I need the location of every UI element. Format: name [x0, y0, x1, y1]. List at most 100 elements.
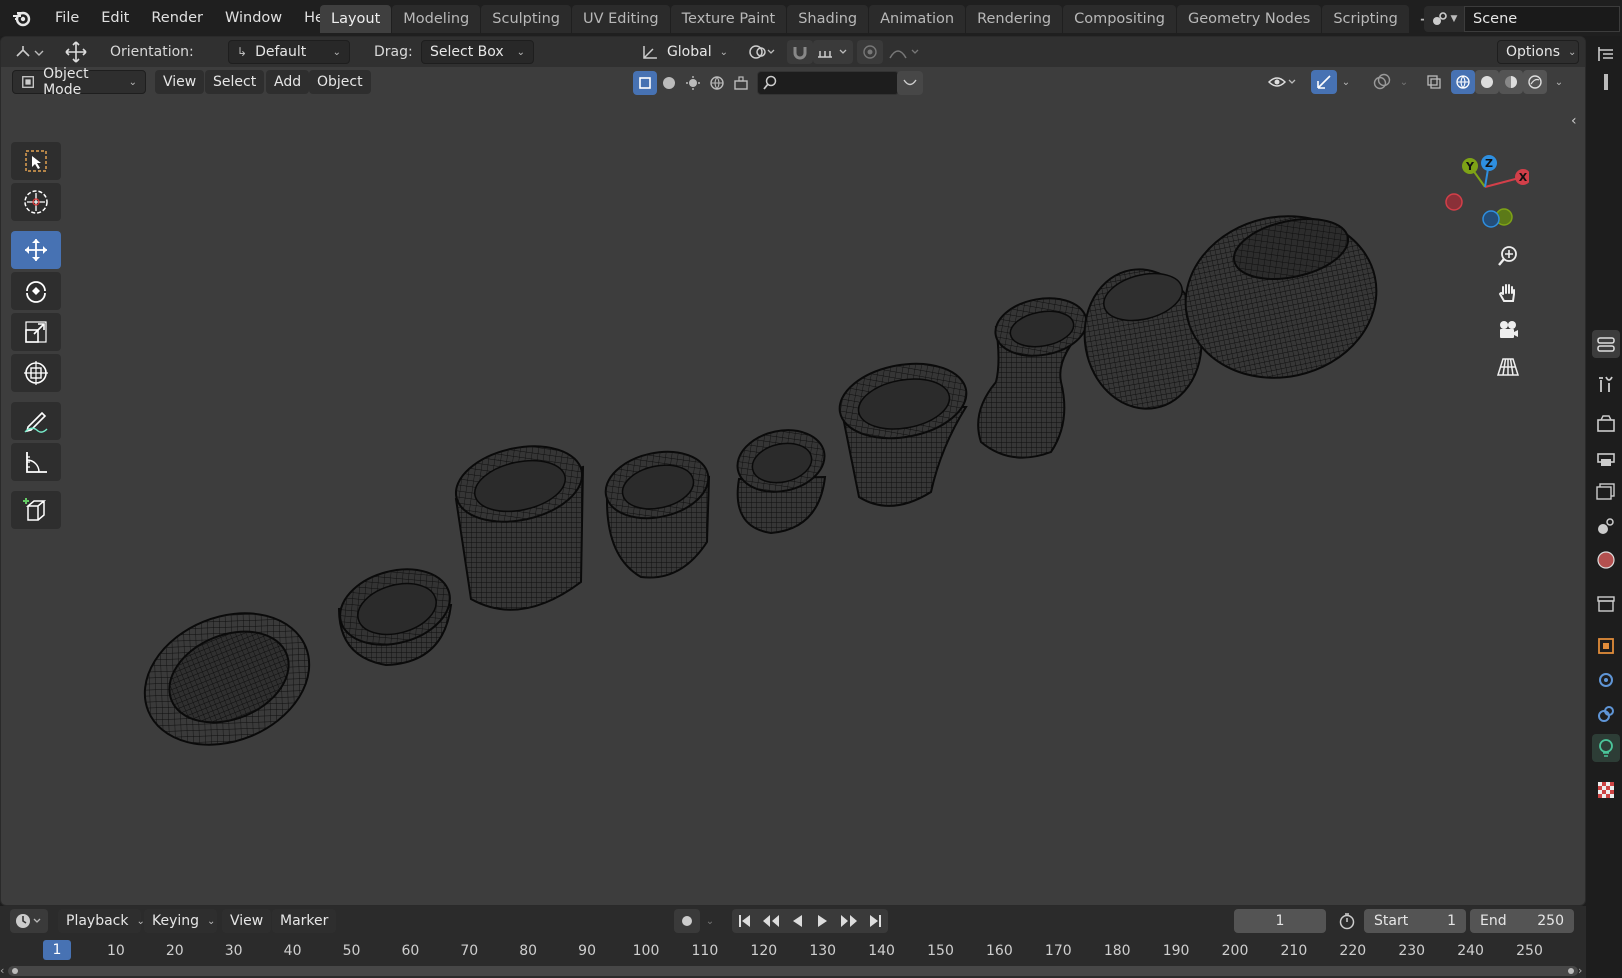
- scroll-left-icon[interactable]: ‹: [0, 964, 8, 978]
- mesh-flared-cup[interactable]: [834, 354, 973, 507]
- play-button[interactable]: [810, 909, 836, 933]
- scene-name-field[interactable]: Scene: [1464, 6, 1620, 32]
- object-tab[interactable]: [1592, 632, 1620, 660]
- tab-layout[interactable]: Layout: [320, 5, 392, 33]
- playback-label: Playback: [66, 913, 129, 929]
- zoom-icon: [1498, 246, 1517, 266]
- outliner-icon[interactable]: [1592, 40, 1620, 68]
- preview-range-button[interactable]: [1334, 909, 1360, 933]
- ruler-tick-label: 200: [1221, 943, 1249, 959]
- mesh-round-pot[interactable]: [1170, 199, 1391, 395]
- menu-window[interactable]: Window: [214, 0, 293, 36]
- tab-sculpting[interactable]: Sculpting: [481, 5, 571, 33]
- jump-end-button[interactable]: [862, 909, 888, 933]
- ruler-tick-label: 30: [224, 943, 243, 959]
- playback-menu[interactable]: Playback ⌄: [58, 909, 145, 933]
- end-frame-field[interactable]: End 250: [1470, 909, 1574, 933]
- start-frame-field[interactable]: Start 1: [1364, 909, 1466, 933]
- modifiers-tab[interactable]: [1592, 666, 1620, 694]
- frame-ruler[interactable]: 10 20 30 40 50 60 70 80 90 100 110 120 130 140 150 160 1…: [0, 940, 1586, 962]
- menu-file[interactable]: File: [44, 0, 90, 36]
- play-icon: [818, 915, 827, 927]
- render-tab[interactable]: [1592, 410, 1620, 438]
- auto-keying-button[interactable]: [674, 909, 700, 933]
- mesh-cup-medium[interactable]: [599, 443, 714, 579]
- clock-icon: [16, 914, 41, 928]
- next-keyframe-icon: [841, 915, 857, 927]
- tab-uv-editing[interactable]: UV Editing: [571, 5, 670, 33]
- play-reverse-button[interactable]: [784, 909, 810, 933]
- tab-geometry-nodes[interactable]: Geometry Nodes: [1177, 5, 1322, 33]
- jump-keyframe-forward-button[interactable]: [836, 909, 862, 933]
- jump-keyframe-back-button[interactable]: [758, 909, 784, 933]
- timeline-scrollbar[interactable]: [8, 966, 1578, 976]
- checker-texture-icon: [1598, 782, 1614, 798]
- current-frame-value: 1: [1275, 913, 1285, 929]
- menu-edit[interactable]: Edit: [90, 0, 140, 36]
- tab-compositing[interactable]: Compositing: [1063, 5, 1176, 33]
- mesh-vase[interactable]: [977, 291, 1091, 459]
- view-layer-tab[interactable]: [1592, 478, 1620, 506]
- camera-view-button[interactable]: [1491, 313, 1525, 347]
- jump-start-icon: [739, 915, 750, 927]
- tool-tab[interactable]: [1592, 370, 1620, 398]
- tool-settings-icon: [1597, 337, 1615, 352]
- keying-menu[interactable]: Keying ⌄: [144, 909, 217, 933]
- tab-scripting[interactable]: Scripting: [1322, 5, 1409, 33]
- texture-tab[interactable]: [1592, 776, 1620, 804]
- viewport-navigation: [1491, 239, 1525, 387]
- ruler-tick-label: 110: [691, 943, 719, 959]
- mesh-tall-cup[interactable]: [449, 435, 589, 611]
- outliner-scroll-icon[interactable]: [1592, 68, 1620, 96]
- current-frame-indicator[interactable]: 1: [43, 940, 71, 960]
- object-data-tab[interactable]: [1592, 734, 1620, 762]
- gizmo-neg-z-circle[interactable]: [1482, 210, 1500, 228]
- tab-rendering[interactable]: Rendering: [966, 5, 1063, 33]
- scene-browse-button[interactable]: ▼: [1424, 6, 1464, 32]
- tab-animation[interactable]: Animation: [869, 5, 966, 33]
- ruler-tick-label: 210: [1280, 943, 1308, 959]
- mesh-bowl-small[interactable]: [332, 558, 459, 667]
- scene-objects[interactable]: [1, 37, 1586, 906]
- scrollbar-handle-right[interactable]: [1568, 968, 1574, 974]
- properties-tab-strip: [1588, 36, 1622, 906]
- ruler-tick-label: 190: [1162, 943, 1190, 959]
- tool-properties-tab[interactable]: [1592, 330, 1620, 358]
- mesh-pot-small[interactable]: [732, 423, 831, 535]
- tab-shading[interactable]: Shading: [787, 5, 869, 33]
- current-frame-field[interactable]: 1: [1234, 909, 1326, 933]
- timeline-editor-type-button[interactable]: [10, 909, 48, 933]
- pan-button[interactable]: [1491, 276, 1525, 310]
- menu-render[interactable]: Render: [140, 0, 214, 36]
- keying-set-dropdown[interactable]: ⌄: [700, 909, 720, 933]
- timeline-menu-view[interactable]: View: [222, 909, 272, 933]
- world-tab[interactable]: [1592, 546, 1620, 574]
- constraint-link-icon: [1598, 706, 1614, 722]
- navigation-gizmo[interactable]: X Y Z: [1441, 149, 1529, 239]
- printer-icon: [1597, 453, 1615, 466]
- tab-texture-paint[interactable]: Texture Paint: [670, 5, 787, 33]
- gizmo-neg-x-circle[interactable]: [1445, 193, 1463, 211]
- tab-modeling[interactable]: Modeling: [392, 5, 481, 33]
- ruler-tick-label: 80: [519, 943, 538, 959]
- camera-view-icon: [1500, 321, 1518, 338]
- mesh-plate[interactable]: [125, 590, 329, 769]
- constraints-tab[interactable]: [1592, 700, 1620, 728]
- output-tab[interactable]: [1592, 444, 1620, 472]
- jump-start-button[interactable]: [732, 909, 758, 933]
- 3d-viewport[interactable]: Orientation: ↳ Default ⌄ Drag: Select Bo…: [0, 36, 1586, 906]
- ruler-tick-label: 180: [1103, 943, 1131, 959]
- ruler-tick-label: 140: [868, 943, 895, 959]
- collection-tab[interactable]: [1592, 590, 1620, 618]
- scroll-right-icon[interactable]: ›: [1578, 964, 1586, 978]
- sidebar-toggle-icon[interactable]: ‹: [1571, 113, 1583, 133]
- scrollbar-handle-left[interactable]: [12, 968, 18, 974]
- scene-props-icon: [1598, 518, 1614, 534]
- scene-tab[interactable]: [1592, 512, 1620, 540]
- timeline-menu-marker[interactable]: Marker: [272, 909, 337, 933]
- perspective-toggle-button[interactable]: [1491, 350, 1525, 384]
- light-bulb-icon: [1599, 739, 1613, 757]
- blender-logo-icon[interactable]: [0, 0, 44, 36]
- zoom-button[interactable]: [1491, 239, 1525, 273]
- ruler-tick-label: 130: [809, 943, 837, 959]
